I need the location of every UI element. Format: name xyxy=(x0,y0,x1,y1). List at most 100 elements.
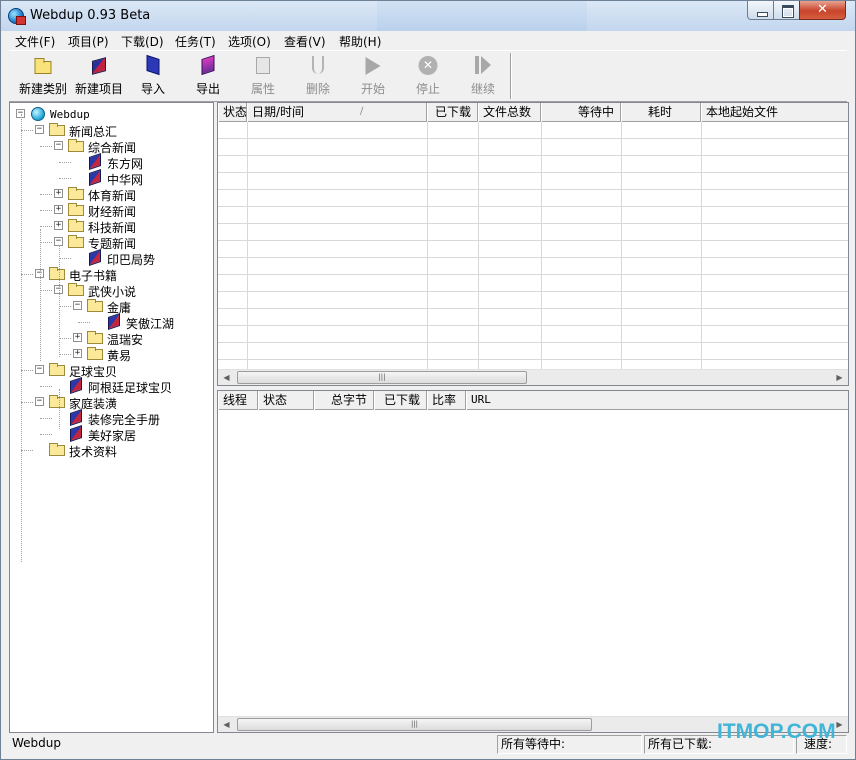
scroll-right-icon[interactable]: ▶ xyxy=(831,370,848,385)
tree-item[interactable]: 美好家居 xyxy=(10,425,210,443)
table-row[interactable] xyxy=(218,207,848,224)
table-row[interactable] xyxy=(218,309,848,326)
expand-icon[interactable]: + xyxy=(54,221,63,230)
tree-item[interactable]: + 财经新闻 xyxy=(10,202,210,219)
tree-item[interactable]: 装修完全手册 xyxy=(10,409,210,427)
col-thread-downloaded[interactable]: 已下载 xyxy=(374,391,427,410)
new-category-button[interactable]: 新建类别 xyxy=(14,53,72,99)
stop-button[interactable]: ✕ 停止 xyxy=(399,53,457,99)
folder-icon xyxy=(49,443,65,456)
tree-item[interactable]: 技术资料 xyxy=(10,442,210,459)
table-row[interactable] xyxy=(218,190,848,207)
tree-connector xyxy=(40,386,52,387)
tree-connector xyxy=(59,178,71,179)
tree-item[interactable]: + 体育新闻 xyxy=(10,186,210,203)
task-hscrollbar[interactable]: ◀ ||| ▶ xyxy=(218,369,848,385)
properties-button[interactable]: 属性 xyxy=(234,53,292,99)
table-row[interactable] xyxy=(218,241,848,258)
tree-item[interactable]: − 新闻总汇 xyxy=(10,122,210,139)
tree-connector xyxy=(21,370,33,371)
collapse-icon[interactable]: − xyxy=(54,141,63,150)
title-watermark-image xyxy=(377,1,587,31)
tree-connector xyxy=(59,258,71,259)
col-status[interactable]: 状态 xyxy=(218,103,247,122)
table-row[interactable] xyxy=(218,326,848,343)
app-icon[interactable] xyxy=(8,8,26,25)
category-tree[interactable]: − Webdup − 新闻总汇 − 综合新闻 东方网 中华网 + 体育新闻 + 财经新闻 + 科技新闻… xyxy=(9,102,214,733)
col-elapsed[interactable]: 耗时 xyxy=(621,103,701,122)
col-url[interactable]: URL xyxy=(466,391,848,410)
col-local-file[interactable]: 本地起始文件 xyxy=(701,103,848,122)
tree-item[interactable]: − 家庭装潢 xyxy=(10,394,210,411)
close-button[interactable]: ✕ xyxy=(799,1,846,20)
resume-button[interactable]: 继续 xyxy=(454,53,512,99)
table-row[interactable] xyxy=(218,139,848,156)
scroll-thumb[interactable]: ||| xyxy=(237,371,527,384)
delete-button[interactable]: 删除 xyxy=(289,53,347,99)
collapse-icon[interactable]: − xyxy=(35,397,44,406)
tree-connector xyxy=(59,389,60,429)
scroll-thumb[interactable]: ||| xyxy=(237,718,592,731)
window-title: Webdup 0.93 Beta xyxy=(30,8,151,23)
menu-view[interactable]: 查看(V) xyxy=(284,33,326,50)
start-button[interactable]: 开始 xyxy=(344,53,402,99)
expand-icon[interactable]: + xyxy=(73,333,82,342)
grid-line xyxy=(427,122,428,369)
tree-connector xyxy=(59,162,71,163)
col-thread-status[interactable]: 状态 xyxy=(258,391,314,410)
col-thread[interactable]: 线程 xyxy=(218,391,258,410)
tree-root[interactable]: − Webdup xyxy=(10,106,210,122)
scroll-left-icon[interactable]: ◀ xyxy=(218,717,235,732)
expand-icon[interactable]: + xyxy=(54,205,63,214)
table-row[interactable] xyxy=(218,343,848,360)
expand-icon[interactable]: + xyxy=(54,189,63,198)
thread-list-header: 线程 状态 总字节 已下载 比率 URL xyxy=(218,391,848,410)
table-row[interactable] xyxy=(218,173,848,190)
table-row[interactable] xyxy=(218,258,848,275)
scroll-left-icon[interactable]: ◀ xyxy=(218,370,235,385)
collapse-icon[interactable]: − xyxy=(35,125,44,134)
collapse-icon[interactable]: − xyxy=(73,301,82,310)
tree-connector xyxy=(78,322,90,323)
grid-line xyxy=(621,122,622,369)
menu-project[interactable]: 项目(P) xyxy=(68,33,109,50)
table-row[interactable] xyxy=(218,275,848,292)
tree-item[interactable]: − 综合新闻 xyxy=(10,138,210,155)
table-row[interactable] xyxy=(218,156,848,173)
menu-options[interactable]: 选项(O) xyxy=(228,33,271,50)
menu-bar: 文件(F) 项目(P) 下载(D) 任务(T) 选项(O) 查看(V) 帮助(H… xyxy=(9,31,847,50)
maximize-button[interactable] xyxy=(773,1,800,20)
col-ratio[interactable]: 比率 xyxy=(427,391,466,410)
tree-item[interactable]: 中华网 xyxy=(10,169,210,187)
col-waiting[interactable]: 等待中 xyxy=(541,103,621,122)
col-total-files[interactable]: 文件总数 xyxy=(478,103,541,122)
import-button[interactable]: 导入 xyxy=(124,53,182,99)
new-project-button[interactable]: 新建项目 xyxy=(70,53,128,99)
app-window: Webdup 0.93 Beta ✕ 文件(F) 项目(P) 下载(D) 任务(… xyxy=(0,0,856,760)
table-row[interactable] xyxy=(218,292,848,309)
collapse-icon[interactable]: − xyxy=(35,365,44,374)
thread-list[interactable]: 线程 状态 总字节 已下载 比率 URL ◀ ||| ▶ xyxy=(217,390,849,733)
menu-download[interactable]: 下载(D) xyxy=(121,33,164,50)
title-bar[interactable]: Webdup 0.93 Beta ✕ xyxy=(1,1,855,31)
col-downloaded[interactable]: 已下载 xyxy=(427,103,478,122)
watermark-logo: ITMOP.COM xyxy=(717,720,836,743)
col-datetime[interactable]: 日期/时间 ∕ xyxy=(247,103,427,122)
export-button[interactable]: 导出 xyxy=(179,53,237,99)
sort-icon: ∕ xyxy=(360,106,364,117)
tree-item[interactable]: − 足球宝贝 xyxy=(10,362,210,379)
table-row[interactable] xyxy=(218,224,848,241)
col-total-bytes[interactable]: 总字节 xyxy=(314,391,374,410)
table-row[interactable] xyxy=(218,122,848,139)
tree-item[interactable]: 阿根廷足球宝贝 xyxy=(10,377,210,395)
status-app: Webdup xyxy=(12,736,62,750)
play-icon xyxy=(365,57,381,75)
task-list[interactable]: 状态 日期/时间 ∕ 已下载 文件总数 等待中 耗时 本地起始文件 ◀ ||| … xyxy=(217,102,849,386)
tree-item[interactable]: 东方网 xyxy=(10,153,210,171)
expand-icon[interactable]: + xyxy=(73,349,82,358)
menu-task[interactable]: 任务(T) xyxy=(175,33,216,50)
menu-help[interactable]: 帮助(H) xyxy=(339,33,381,50)
tree-connector xyxy=(40,146,52,147)
minimize-button[interactable] xyxy=(747,1,774,20)
menu-file[interactable]: 文件(F) xyxy=(15,33,55,50)
